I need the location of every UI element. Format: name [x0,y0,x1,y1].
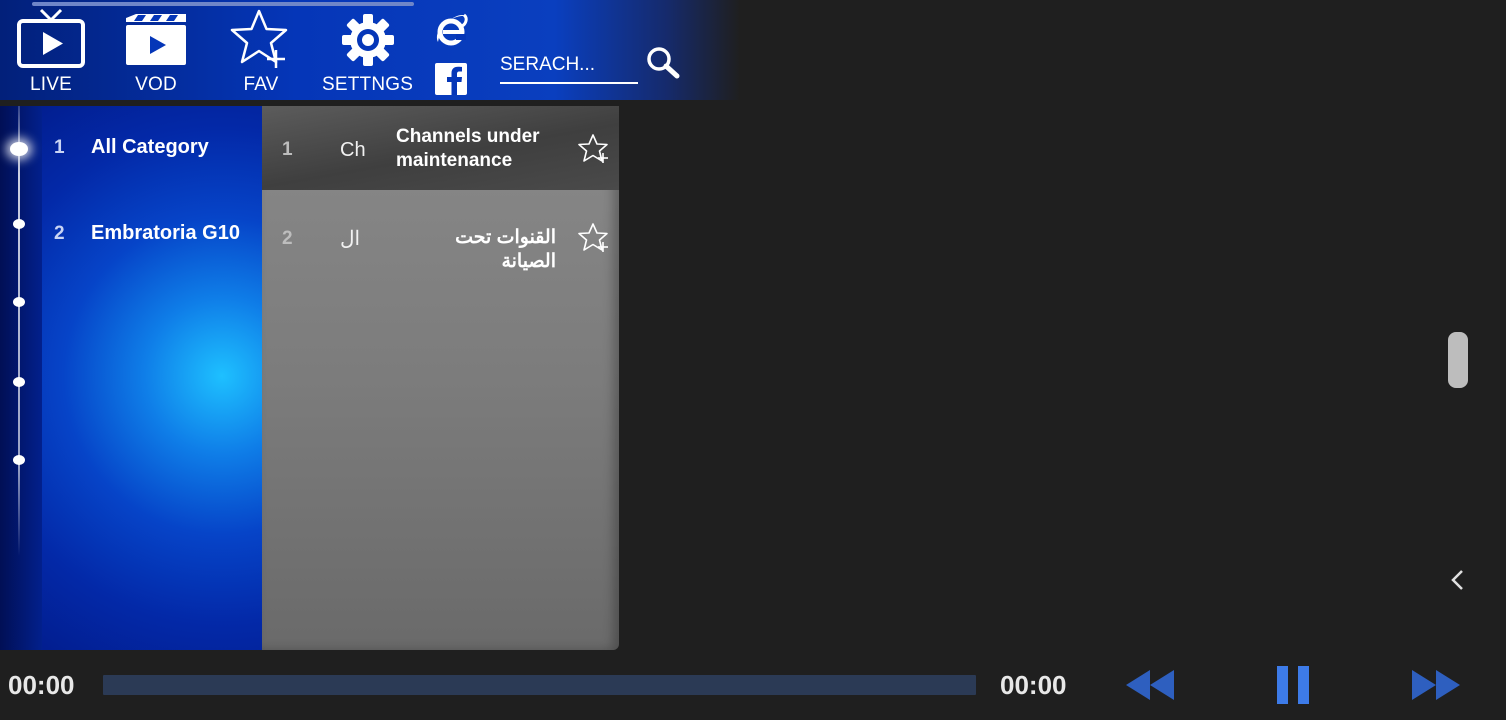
gear-icon [341,14,394,66]
topbar-indicator-line [32,2,414,6]
nav-vod-label: VOD [135,74,177,95]
search-input[interactable] [500,52,636,78]
nav-live-button[interactable]: LIVE [16,8,86,96]
nav-live-label: LIVE [30,74,72,95]
current-time: 00:00 [8,670,75,700]
channel-name: القنوات تحت الصيانة [455,227,556,272]
nav-fav-button[interactable]: FAV [228,8,294,96]
category-panel: 1 All Category 2 Embratoria G10 [0,106,262,650]
timeline-dot [13,377,25,387]
timeline-line [18,106,20,556]
channel-row-selected[interactable]: 1 Ch Channels under maintenance [262,106,619,190]
clapperboard-icon [126,14,186,65]
category-number: 2 [54,223,65,244]
nav-settings-button[interactable]: SETTNGS [322,8,413,96]
search-field [500,50,638,84]
channel-number: 2 [282,228,293,249]
nav-vod-button[interactable]: VOD [124,8,188,96]
star-plus-icon[interactable] [578,222,610,254]
channel-number: 1 [282,139,293,160]
timeline-dot [13,297,25,307]
timeline-dot [13,455,25,465]
category-number: 1 [54,137,65,158]
category-name: Embratoria G10 [91,222,240,244]
channel-abbreviation: ال [340,228,361,250]
seek-bar[interactable] [103,675,976,695]
channel-abbreviation: Ch [340,139,366,161]
rewind-icon[interactable] [1124,668,1176,702]
nav-settings-label: SETTNGS [322,74,414,95]
category-item-all[interactable]: 1 All Category [0,128,262,168]
top-navigation-bar: LIVE VOD FAV SETTNGS SERACH... [0,0,740,100]
star-plus-icon[interactable] [578,133,610,165]
category-name: All Category [91,136,209,158]
channel-name: Channels under maintenance [396,126,540,171]
facebook-icon[interactable] [434,62,468,96]
fast-forward-icon[interactable] [1410,668,1462,702]
scrollbar-thumb[interactable] [1448,332,1468,388]
internet-explorer-icon[interactable] [434,12,468,48]
live-tv-icon [17,8,85,68]
total-time: 00:00 [1000,670,1067,700]
star-plus-icon [230,9,288,68]
nav-fav-label: FAV [243,74,279,95]
chevron-left-icon[interactable] [1448,568,1468,592]
category-item-embratoria[interactable]: 2 Embratoria G10 [0,214,262,254]
channel-list-panel: 1 Ch Channels under maintenance 2 ال الق… [262,106,619,650]
pause-icon[interactable] [1276,666,1312,704]
channel-row[interactable]: 2 ال القنوات تحت الصيانة [262,192,619,272]
search-icon[interactable] [644,44,682,82]
